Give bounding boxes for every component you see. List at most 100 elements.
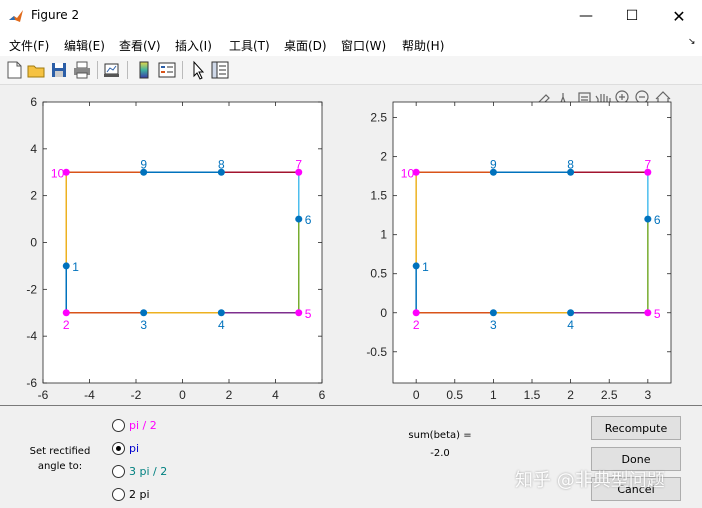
vertex-label: 6 <box>305 213 312 227</box>
vertex-label: 5 <box>654 307 661 321</box>
menu-desktop[interactable]: 桌面(D) <box>284 37 327 54</box>
x-tick-label: 4 <box>272 388 279 402</box>
y-tick-label: 6 <box>30 95 37 109</box>
insert-legend-icon[interactable] <box>157 60 177 80</box>
vertex-label: 7 <box>295 157 302 171</box>
x-tick-label: 3 <box>644 388 651 402</box>
y-tick-label: 2 <box>380 150 387 164</box>
vertex-label: 2 <box>63 318 70 332</box>
vertex-marker <box>295 309 303 317</box>
radio-2pi[interactable]: 2 pi <box>112 488 150 501</box>
title-bar: Figure 2 — ☐ ✕ <box>0 0 702 32</box>
radio-circle[interactable] <box>112 488 125 501</box>
vertex-marker <box>567 309 575 317</box>
menu-insert[interactable]: 插入(I) <box>175 37 212 54</box>
radio-pi[interactable]: pi <box>112 442 139 455</box>
menu-help[interactable]: 帮助(H) <box>402 37 444 54</box>
vertex-marker <box>62 309 70 317</box>
y-tick-label: 0 <box>380 306 387 320</box>
radio-circle-selected[interactable] <box>112 442 125 455</box>
vertex-label: 9 <box>140 157 147 171</box>
figure-toolbar <box>0 56 702 85</box>
menu-file[interactable]: 文件(F) <box>9 37 49 54</box>
figure-canvas: -6 -4 -2 0 2 4 6 -6 -4 -2 0 2 4 6 1 2 3 4 5 6 7 8 9 10 0 0.5 1 1.5… <box>0 85 702 405</box>
vertex-label: 2 <box>413 318 420 332</box>
vertex-marker <box>62 262 70 270</box>
radio-label: 2 pi <box>129 488 150 501</box>
y-tick-label: -0.5 <box>366 345 387 359</box>
radio-pi-over-2[interactable]: pi / 2 <box>112 419 157 432</box>
axes-box <box>392 101 672 384</box>
y-tick-label: 2 <box>30 189 37 203</box>
toolbar-separator <box>127 61 128 79</box>
radio-circle[interactable] <box>112 465 125 478</box>
right-axes[interactable]: 0 0.5 1 1.5 2 2.5 3 -0.5 0 0.5 1 1.5 2 2.5 1 2 3 4 5 6 7 8 9 10 <box>366 101 672 402</box>
y-tick-label: -2 <box>26 282 37 296</box>
radio-label: 3 pi / 2 <box>129 465 168 478</box>
x-tick-label: 2 <box>226 388 233 402</box>
vertex-label: 4 <box>567 318 574 332</box>
radio-label: pi / 2 <box>129 419 157 432</box>
dock-arrow-icon[interactable]: ↘ <box>688 37 696 47</box>
vertex-marker <box>412 262 420 270</box>
vertex-label: 3 <box>140 318 147 332</box>
radio-circle[interactable] <box>112 419 125 432</box>
maximize-icon[interactable]: ☐ <box>609 0 655 32</box>
toolbar-separator <box>182 61 183 79</box>
vertex-marker <box>412 309 420 317</box>
vertex-label: 4 <box>218 318 225 332</box>
x-tick-label: 1.5 <box>524 388 541 402</box>
y-tick-label: -6 <box>26 376 37 390</box>
vertex-label: 5 <box>305 307 312 321</box>
menu-tools[interactable]: 工具(T) <box>229 37 270 54</box>
x-tick-label: -6 <box>38 388 49 402</box>
minimize-icon[interactable]: — <box>563 0 609 32</box>
x-tick-label: 6 <box>319 388 326 402</box>
x-tick-label: -2 <box>131 388 142 402</box>
y-tick-label: 0 <box>30 236 37 250</box>
vertex-marker <box>489 309 497 317</box>
set-angle-label: Set rectified angle to: <box>29 446 91 472</box>
menu-bar: 文件(F) 编辑(E) 查看(V) 插入(I) 工具(T) 桌面(D) 窗口(W… <box>0 32 702 56</box>
vertex-label: 3 <box>490 318 497 332</box>
radio-3pi-over-2[interactable]: 3 pi / 2 <box>112 465 167 478</box>
menu-view[interactable]: 查看(V) <box>119 37 161 54</box>
radio-label: pi <box>129 442 140 455</box>
x-tick-label: 0 <box>413 388 420 402</box>
axes-box <box>42 101 323 384</box>
y-tick-label: 1 <box>380 228 387 242</box>
vertex-label: 8 <box>218 157 225 171</box>
menu-edit[interactable]: 编辑(E) <box>64 37 105 54</box>
vertex-label: 8 <box>567 157 574 171</box>
property-inspector-icon[interactable] <box>210 60 230 80</box>
edit-plot-arrow-icon[interactable] <box>188 60 208 80</box>
controls-panel: Set rectified angle to: pi / 2 pi 3 pi /… <box>0 405 702 508</box>
x-tick-label: 2 <box>567 388 574 402</box>
menu-window[interactable]: 窗口(W) <box>341 37 386 54</box>
x-tick-label: -4 <box>84 388 95 402</box>
window-title: Figure 2 <box>31 8 80 22</box>
y-tick-label: 0.5 <box>370 267 387 281</box>
save-icon[interactable] <box>49 60 69 80</box>
new-figure-icon[interactable] <box>4 60 24 80</box>
close-icon[interactable]: ✕ <box>656 0 702 32</box>
insert-colorbar-icon[interactable] <box>134 60 154 80</box>
matlab-logo-icon <box>9 10 23 22</box>
vertex-marker <box>217 309 225 317</box>
link-plot-icon[interactable] <box>102 60 122 80</box>
recompute-button[interactable]: Recompute <box>591 416 681 440</box>
vertex-label: 7 <box>644 157 651 171</box>
vertex-label: 6 <box>654 213 661 227</box>
open-file-icon[interactable] <box>26 60 46 80</box>
x-tick-label: 1 <box>490 388 497 402</box>
x-tick-label: 0.5 <box>446 388 463 402</box>
vertex-marker <box>644 215 652 223</box>
y-tick-label: 1.5 <box>370 189 387 203</box>
left-axes[interactable]: -6 -4 -2 0 2 4 6 -6 -4 -2 0 2 4 6 1 2 3 4 5 6 7 8 9 10 <box>26 95 325 402</box>
plots-svg: -6 -4 -2 0 2 4 6-6-4-2024612 3 45678910 0 0.5 1 1.5… <box>26 90 672 402</box>
y-tick-label: 2.5 <box>370 111 387 125</box>
print-icon[interactable] <box>72 60 92 80</box>
vertex-label: 9 <box>490 157 497 171</box>
y-tick-label: -4 <box>26 329 37 343</box>
toolbar-separator <box>97 61 98 79</box>
